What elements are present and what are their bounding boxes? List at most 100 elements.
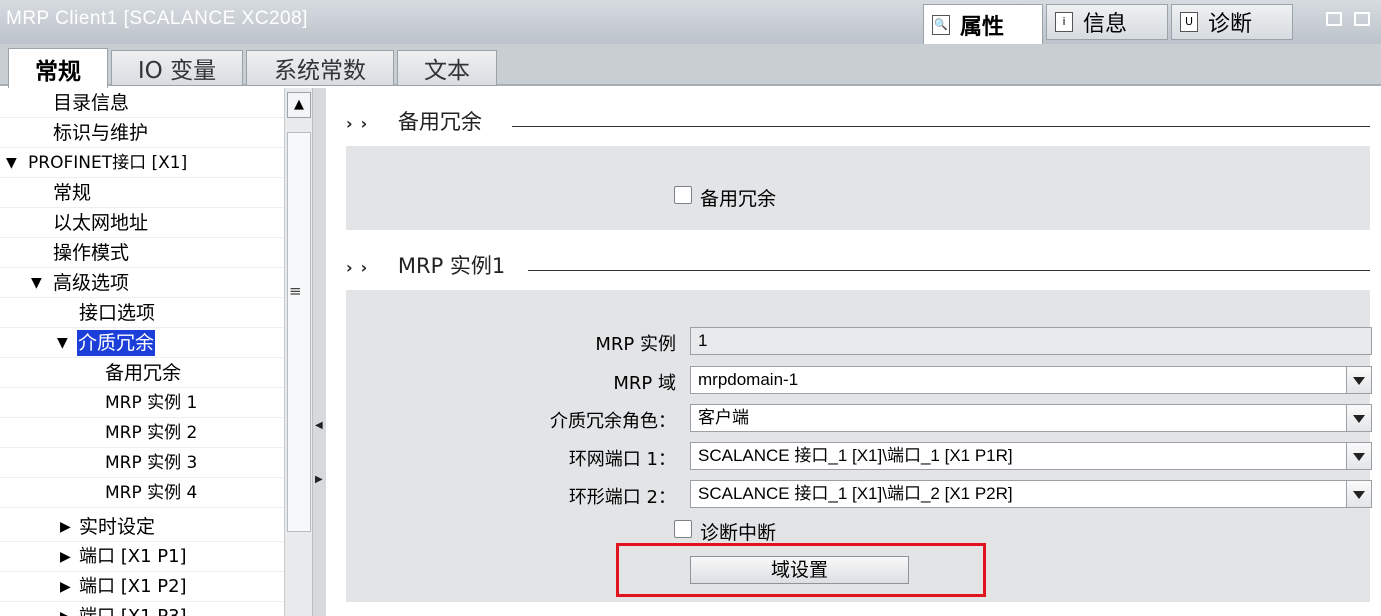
tab-properties[interactable]: 🔍 属性 xyxy=(923,4,1043,44)
tree-item-label: 目录信息 xyxy=(53,92,130,114)
panel-splitter[interactable]: ◀ ▶ xyxy=(312,88,326,616)
collapsed-arrow-icon[interactable]: ▶ xyxy=(60,512,71,542)
tab-info-label: 信息 xyxy=(1083,12,1128,37)
tree-scrollbar[interactable]: ▲ ≡ xyxy=(284,88,312,616)
tree-item-port-p3[interactable]: ▶ 端口 [X1 P3] xyxy=(0,602,284,616)
mrp-domain-value: mrpdomain-1 xyxy=(698,370,799,389)
double-chevron-icon: ›› xyxy=(346,114,376,133)
tree-item-general[interactable]: 常规 xyxy=(0,178,284,208)
tree-item-label: 常规 xyxy=(53,182,92,204)
double-chevron-icon: ›› xyxy=(346,258,376,277)
mrp-instance-field: 1 xyxy=(690,327,1372,355)
diagnostic-interrupt-label: 诊断中断 xyxy=(700,522,777,544)
section-title: MRP 实例1 xyxy=(397,254,506,278)
tree-item-mrp-instance-1[interactable]: MRP 实例 1 xyxy=(0,388,284,418)
tree-item-ethernet-address[interactable]: 以太网地址 xyxy=(0,208,284,238)
tree-item-mrp-instance-2[interactable]: MRP 实例 2 xyxy=(0,418,284,448)
chevron-down-icon[interactable] xyxy=(1346,481,1371,507)
tree-item-label: 操作模式 xyxy=(53,242,130,264)
scroll-up-icon[interactable]: ▲ xyxy=(287,92,311,118)
mrp-section-body: MRP 实例 1 MRP 域 mrpdomain-1 介质冗余角色： 客户端 环… xyxy=(346,290,1372,602)
tree-item-label: MRP 实例 1 xyxy=(105,393,198,413)
ring-port-2-label: 环形端口 2： xyxy=(568,487,676,508)
maximize-icon[interactable] xyxy=(1354,12,1370,26)
title-bar: MRP Client1 [SCALANCE XC208] 🔍 属性 i 信息 U… xyxy=(0,0,1381,44)
tab-io-tags[interactable]: IO 变量 xyxy=(111,50,243,86)
section-title: 备用冗余 xyxy=(397,110,482,134)
tree-item-label: 介质冗余 xyxy=(77,330,156,356)
main-tab-bar: 常规 IO 变量 系统常数 文本 xyxy=(0,44,1381,88)
section-divider xyxy=(528,250,1370,280)
divider-line xyxy=(512,126,1370,127)
tree-item-label: MRP 实例 4 xyxy=(105,483,198,503)
tree-item-standby-redundancy[interactable]: 备用冗余 xyxy=(0,358,284,388)
tree-item-label: 高级选项 xyxy=(53,272,130,294)
tree-item-media-redundancy[interactable]: ▼ 介质冗余 xyxy=(0,328,284,358)
tree-item-port-p2[interactable]: ▶ 端口 [X1 P2] xyxy=(0,572,284,602)
tree-item-profinet-interface[interactable]: ▼ PROFINET接口 [X1] xyxy=(0,148,284,178)
tab-diagnostics-label: 诊断 xyxy=(1208,12,1253,37)
section-divider xyxy=(512,106,1370,136)
ring-port-2-value: SCALANCE 接口_1 [X1]\端口_2 [X1 P2R] xyxy=(698,484,1013,503)
tree-item-label: 端口 [X1 P2] xyxy=(79,576,187,597)
scroll-thumb[interactable] xyxy=(287,132,311,532)
collapsed-arrow-icon[interactable]: ▶ xyxy=(60,572,71,602)
collapsed-arrow-icon[interactable]: ▶ xyxy=(60,602,71,616)
media-redundancy-role-value: 客户端 xyxy=(698,408,749,427)
tree-item-interface-options[interactable]: 接口选项 xyxy=(0,298,284,328)
tab-texts[interactable]: 文本 xyxy=(397,50,497,86)
tree-item-label: 端口 [X1 P1] xyxy=(79,546,187,567)
tree-item-operating-mode[interactable]: 操作模式 xyxy=(0,238,284,268)
section-header-mrp-instance[interactable]: ›› MRP 实例1 xyxy=(346,250,505,280)
tree-item-mrp-instance-3[interactable]: MRP 实例 3 xyxy=(0,448,284,478)
tree-item-advanced-options[interactable]: ▼ 高级选项 xyxy=(0,268,284,298)
tree-item-label: 以太网地址 xyxy=(53,212,149,234)
tree-item-label: 端口 [X1 P3] xyxy=(79,602,187,616)
ring-port-1-select[interactable]: SCALANCE 接口_1 [X1]\端口_1 [X1 P1R] xyxy=(690,442,1372,470)
standby-section-body: 备用冗余 xyxy=(346,146,1370,230)
properties-panel: ›› 备用冗余 备用冗余 ›› MRP 实例1 MRP 实例 1 MRP 域 m… xyxy=(326,88,1381,616)
tree-item-label: 接口选项 xyxy=(79,302,156,324)
restore-icon[interactable] xyxy=(1326,12,1342,26)
tree-item-port-p1[interactable]: ▶ 端口 [X1 P1] xyxy=(0,542,284,572)
expanded-arrow-icon[interactable]: ▼ xyxy=(6,148,17,178)
chevron-down-icon[interactable] xyxy=(1346,405,1371,431)
divider-line xyxy=(528,270,1370,271)
expand-right-icon[interactable]: ▶ xyxy=(315,474,323,485)
chevron-down-icon[interactable] xyxy=(1346,367,1371,393)
collapsed-arrow-icon[interactable]: ▶ xyxy=(60,542,71,572)
tree-item-label: 实时设定 xyxy=(79,516,156,538)
diagnostic-interrupt-checkbox[interactable] xyxy=(674,520,692,538)
tree-item-label: PROFINET接口 [X1] xyxy=(28,153,188,173)
tree-item-label: MRP 实例 3 xyxy=(105,453,198,473)
ring-port-2-select[interactable]: SCALANCE 接口_1 [X1]\端口_2 [X1 P2R] xyxy=(690,480,1372,508)
expanded-arrow-icon[interactable]: ▼ xyxy=(31,268,42,298)
standby-checkbox-label: 备用冗余 xyxy=(700,188,777,210)
standby-redundancy-checkbox[interactable] xyxy=(674,186,692,204)
diagnostics-icon: U xyxy=(1180,12,1198,32)
tab-system-constants[interactable]: 系统常数 xyxy=(246,50,394,86)
tab-properties-label: 属性 xyxy=(960,14,1005,40)
tree-item-identification[interactable]: 标识与维护 xyxy=(0,118,284,148)
tab-diagnostics[interactable]: U 诊断 xyxy=(1171,4,1293,40)
navigation-tree: 目录信息 标识与维护 ▼ PROFINET接口 [X1] 常规 以太网地址 操作… xyxy=(0,88,284,616)
grip-icon: ≡ xyxy=(289,282,302,300)
tree-item-catalog-info[interactable]: 目录信息 xyxy=(0,88,284,118)
properties-icon: 🔍 xyxy=(932,14,950,35)
media-redundancy-role-select[interactable]: 客户端 xyxy=(690,404,1372,432)
section-header-standby[interactable]: ›› 备用冗余 xyxy=(346,106,482,136)
window-title: MRP Client1 [SCALANCE XC208] xyxy=(6,8,308,29)
expanded-arrow-icon[interactable]: ▼ xyxy=(57,328,68,358)
chevron-down-icon[interactable] xyxy=(1346,443,1371,469)
collapse-left-icon[interactable]: ◀ xyxy=(315,420,323,431)
tree-item-label: 标识与维护 xyxy=(53,122,149,144)
tree-item-mrp-instance-4[interactable]: MRP 实例 4 xyxy=(0,478,284,508)
tree-item-realtime-settings[interactable]: ▶ 实时设定 xyxy=(0,512,284,542)
mrp-domain-label: MRP 域 xyxy=(613,373,676,394)
tab-general[interactable]: 常规 xyxy=(8,48,108,88)
mrp-domain-select[interactable]: mrpdomain-1 xyxy=(690,366,1372,394)
tab-info[interactable]: i 信息 xyxy=(1046,4,1168,40)
ring-port-1-value: SCALANCE 接口_1 [X1]\端口_1 [X1 P1R] xyxy=(698,446,1013,465)
mrp-instance-label: MRP 实例 xyxy=(595,334,676,355)
highlight-box xyxy=(616,543,986,597)
